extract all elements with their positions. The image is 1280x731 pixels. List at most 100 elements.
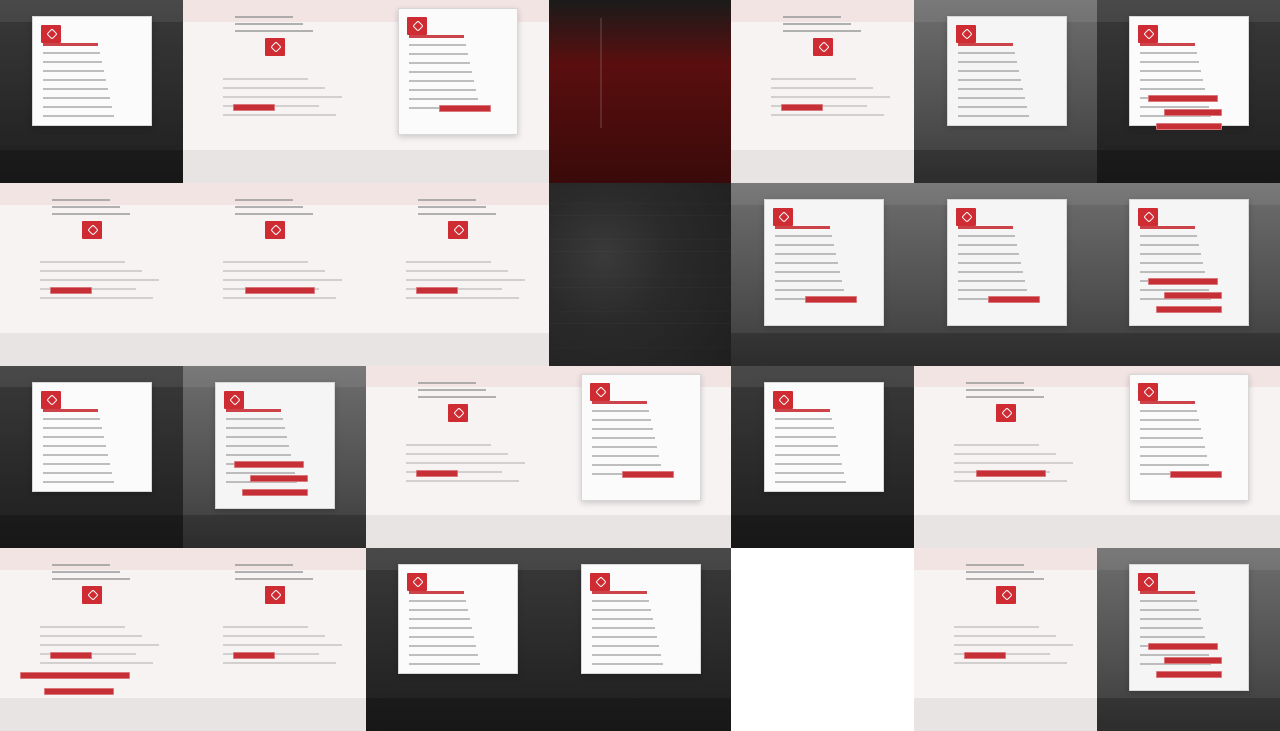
text-line bbox=[409, 645, 477, 648]
text-line bbox=[409, 618, 471, 621]
text-line bbox=[774, 426, 834, 429]
texture-line bbox=[549, 347, 732, 348]
red-logo-mark bbox=[1138, 382, 1159, 401]
red-logo-mark bbox=[772, 207, 793, 226]
body-line bbox=[222, 278, 342, 281]
thumbnail-tile bbox=[914, 365, 1098, 549]
text-line bbox=[409, 89, 477, 91]
button-shape bbox=[1164, 291, 1223, 299]
bottom-band bbox=[1097, 332, 1280, 366]
header-line bbox=[966, 381, 1025, 384]
thumbnail-tile bbox=[0, 0, 183, 183]
text-line bbox=[1140, 636, 1206, 639]
header-line bbox=[783, 30, 862, 32]
text-line bbox=[591, 427, 653, 430]
bottom-band bbox=[182, 332, 366, 366]
header-line bbox=[966, 564, 1025, 567]
text-line bbox=[1140, 88, 1206, 90]
body-line bbox=[222, 260, 308, 263]
text-line bbox=[43, 106, 113, 108]
thumbnail-tile bbox=[914, 182, 1098, 366]
red-logo-mark bbox=[407, 573, 428, 592]
text-line bbox=[43, 453, 109, 456]
body-line bbox=[222, 635, 325, 638]
text-line bbox=[1140, 261, 1204, 264]
text-line bbox=[43, 435, 105, 438]
bottom-band bbox=[914, 515, 1098, 549]
text-line bbox=[409, 663, 481, 666]
button-shape bbox=[804, 295, 857, 303]
body-line bbox=[954, 626, 1040, 629]
text-line bbox=[1140, 600, 1198, 603]
red-logo-mark bbox=[82, 220, 102, 239]
text-line bbox=[774, 408, 830, 412]
thumbnail-tile bbox=[1097, 0, 1280, 183]
header-line bbox=[966, 578, 1045, 581]
red-logo-mark bbox=[41, 25, 62, 43]
text-line bbox=[957, 52, 1015, 54]
thumbnail-tile bbox=[731, 0, 915, 183]
button-shape bbox=[50, 286, 92, 294]
text-line bbox=[43, 471, 113, 474]
text-line bbox=[774, 243, 834, 246]
bottom-band bbox=[731, 515, 915, 549]
button-shape bbox=[1164, 657, 1223, 665]
text-line bbox=[409, 636, 475, 639]
text-line bbox=[774, 480, 846, 483]
text-line bbox=[591, 463, 661, 466]
thumbnail-tile bbox=[1097, 548, 1280, 731]
text-line bbox=[43, 417, 101, 420]
document-card bbox=[946, 198, 1067, 326]
text-line bbox=[774, 471, 844, 474]
text-line bbox=[43, 70, 105, 72]
header-line bbox=[52, 564, 110, 567]
text-line bbox=[957, 70, 1019, 72]
text-line bbox=[1140, 400, 1196, 404]
texture-line bbox=[549, 335, 732, 336]
header-line bbox=[966, 395, 1045, 398]
text-line bbox=[1140, 243, 1200, 246]
thumbnail-tile bbox=[365, 182, 549, 366]
red-logo-mark bbox=[1138, 207, 1159, 226]
body-line bbox=[40, 278, 159, 281]
texture-line bbox=[549, 227, 732, 228]
body-line bbox=[222, 662, 336, 665]
texture-line bbox=[549, 299, 732, 300]
red-logo-mark bbox=[407, 17, 428, 35]
text-line bbox=[591, 445, 657, 448]
text-line bbox=[409, 35, 465, 38]
text-line bbox=[1140, 463, 1210, 466]
body-line bbox=[222, 296, 336, 299]
text-line bbox=[1140, 106, 1210, 108]
bottom-band bbox=[0, 698, 183, 731]
text-line bbox=[1140, 225, 1196, 229]
text-line bbox=[1140, 445, 1206, 448]
thumbnail-tile bbox=[365, 548, 549, 731]
button-shape bbox=[44, 688, 114, 696]
header-line bbox=[52, 571, 120, 574]
body-line bbox=[954, 644, 1074, 647]
document-card bbox=[1129, 198, 1250, 326]
thumbnail-tile bbox=[182, 182, 366, 366]
text-line bbox=[957, 61, 1017, 63]
text-line bbox=[957, 79, 1021, 81]
button-shape bbox=[1148, 95, 1219, 102]
bottom-band bbox=[182, 515, 366, 549]
thumbnail-tile bbox=[0, 182, 183, 366]
text-line bbox=[957, 88, 1023, 90]
text-line bbox=[1140, 609, 1200, 612]
texture-line bbox=[549, 275, 732, 276]
header-line bbox=[234, 571, 303, 574]
texture-line bbox=[549, 251, 732, 252]
thumbnail-tile bbox=[0, 365, 183, 549]
text-line bbox=[774, 462, 842, 465]
text-line bbox=[43, 480, 115, 483]
body-line bbox=[405, 269, 508, 272]
text-line bbox=[43, 88, 109, 90]
document-card bbox=[580, 564, 701, 675]
bottom-band bbox=[182, 698, 366, 731]
text-line bbox=[774, 417, 832, 420]
red-logo-mark bbox=[996, 586, 1017, 605]
header-line bbox=[417, 381, 476, 384]
red-logo-mark bbox=[41, 390, 62, 409]
